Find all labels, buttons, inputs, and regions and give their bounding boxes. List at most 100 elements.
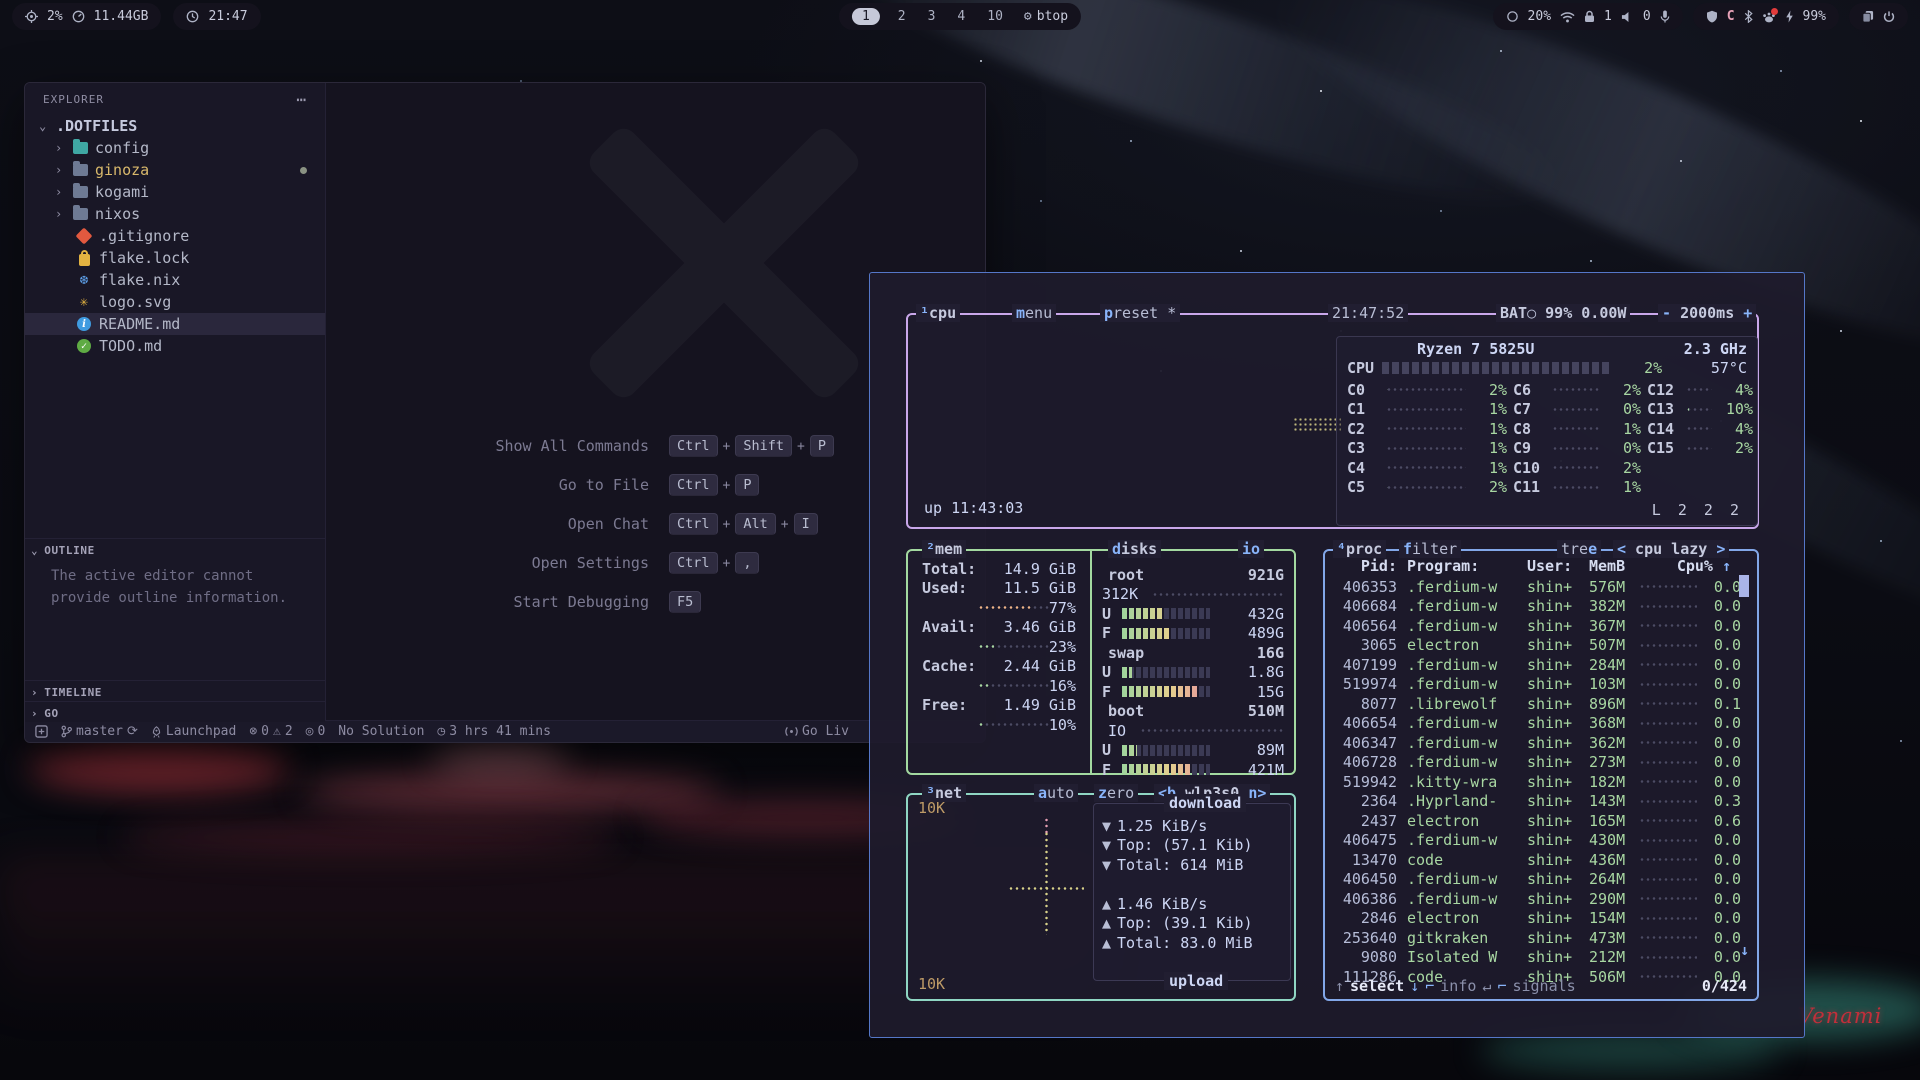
- tree-file-row[interactable]: ✓ TODO.md: [25, 335, 325, 357]
- svg-icon: ✳: [80, 294, 88, 310]
- explorer-more-actions-button[interactable]: ⋯: [296, 90, 307, 109]
- problems-indicator[interactable]: ⊗ 0 ⚠ 2: [249, 724, 292, 739]
- folder-icon: [72, 206, 88, 222]
- tree-file-row[interactable]: ❆ flake.nix: [25, 269, 325, 291]
- proc-tree-toggle[interactable]: tree: [1557, 540, 1601, 558]
- scroll-down-icon[interactable]: ↓: [1740, 941, 1749, 959]
- process-cpu-meter: [1639, 817, 1697, 824]
- session-module[interactable]: [1849, 3, 1908, 30]
- network-box: ³net auto zero <b wlp3s0 n> 10K 10K down…: [906, 793, 1296, 1001]
- workspace-button[interactable]: 4: [953, 9, 969, 24]
- process-row[interactable]: 253640 gitkraken shin+ 473M 0.0: [1333, 928, 1731, 948]
- process-table-header[interactable]: Pid: Program: User: MemB Cpu% ↑: [1333, 557, 1731, 575]
- target-indicator[interactable]: ◎ 0: [306, 724, 326, 739]
- keyboard-shortcut-hints: Show All Commands Ctrl+Shift+P Go to Fil…: [381, 435, 834, 613]
- process-row[interactable]: 2846 electron shin+ 154M 0.0: [1333, 909, 1731, 929]
- process-row[interactable]: 519942 .kitty-wra shin+ 182M 0.0: [1333, 772, 1731, 792]
- solution-indicator[interactable]: No Solution: [338, 724, 424, 739]
- tree-folder-row[interactable]: › config: [25, 137, 325, 159]
- process-row[interactable]: 2364 .Hyprland- shin+ 143M 0.3: [1333, 792, 1731, 812]
- info-button[interactable]: info: [1440, 977, 1476, 995]
- system-stats-module[interactable]: 2% 11.44GB: [12, 3, 161, 30]
- target-icon: ◎: [306, 724, 314, 739]
- keyboard-key: Ctrl: [669, 513, 718, 535]
- menu-button[interactable]: menu: [1012, 304, 1056, 322]
- shortcut-keys: Ctrl+Shift+P: [669, 435, 834, 457]
- tree-folder-row[interactable]: › ginoza: [25, 159, 325, 181]
- warning-icon: ⚠: [273, 724, 281, 739]
- logo-watermark: [566, 113, 866, 413]
- cpu-core-row: C124%: [1647, 380, 1753, 400]
- signals-button[interactable]: signals: [1512, 977, 1575, 995]
- process-row[interactable]: 3065 electron shin+ 507M 0.0: [1333, 636, 1731, 656]
- clock-module[interactable]: 21:47: [173, 3, 260, 30]
- process-row[interactable]: 2437 electron shin+ 165M 0.6: [1333, 811, 1731, 831]
- process-row[interactable]: 8077 .librewolf shin+ 896M 0.1: [1333, 694, 1731, 714]
- key-separator: +: [797, 439, 805, 454]
- tray-module[interactable]: C 99%: [1693, 3, 1839, 30]
- go-live-button[interactable]: Go Liv: [785, 724, 849, 739]
- workspace-button[interactable]: 3: [924, 9, 940, 24]
- process-row[interactable]: 406475 .ferdium-w shin+ 430M 0.0: [1333, 831, 1731, 851]
- git-branch-indicator[interactable]: master ⟳: [61, 724, 138, 739]
- go-header[interactable]: › GO: [25, 702, 325, 724]
- workspace-button[interactable]: 1: [852, 8, 880, 25]
- hardware-module[interactable]: 20% 1 0: [1493, 3, 1683, 30]
- refresh-interval-control[interactable]: - 2000ms +: [1658, 304, 1756, 322]
- mem-box-title[interactable]: ²mem: [922, 540, 966, 558]
- process-row[interactable]: 406450 .ferdium-w shin+ 264M 0.0: [1333, 870, 1731, 890]
- cpu-core-row: C02%: [1347, 380, 1507, 400]
- uptime: up 11:43:03: [924, 499, 1023, 517]
- tree-file-row[interactable]: .gitignore: [25, 225, 325, 247]
- battery-icon: [1785, 10, 1794, 23]
- clock-icon: [186, 10, 199, 23]
- upload-label: upload: [1164, 972, 1228, 990]
- process-scrollbar[interactable]: [1739, 575, 1749, 597]
- process-row[interactable]: 406353 .ferdium-w shin+ 576M 0.0: [1333, 577, 1731, 597]
- launchpad-indicator[interactable]: Launchpad: [151, 724, 236, 739]
- shortcut-keys: F5: [669, 591, 834, 613]
- process-table: 406353 .ferdium-w shin+ 576M 0.0 406684 …: [1333, 577, 1731, 987]
- net-zero-toggle[interactable]: zero: [1094, 784, 1138, 802]
- process-row[interactable]: 406386 .ferdium-w shin+ 290M 0.0: [1333, 889, 1731, 909]
- cpu-core-row: C111%: [1513, 478, 1641, 498]
- info-key-icon: ⌐: [1425, 977, 1434, 995]
- active-window-title[interactable]: ⚙ btop: [1024, 9, 1068, 24]
- process-row[interactable]: 406654 .ferdium-w shin+ 368M 0.0: [1333, 714, 1731, 734]
- outline-header[interactable]: ⌄ OUTLINE: [25, 539, 325, 561]
- process-row[interactable]: 407199 .ferdium-w shin+ 284M 0.0: [1333, 655, 1731, 675]
- tree-file-row[interactable]: ✳ logo.svg: [25, 291, 325, 313]
- process-row[interactable]: 519974 .ferdium-w shin+ 103M 0.0: [1333, 675, 1731, 695]
- proc-filter-button[interactable]: filter: [1399, 540, 1461, 558]
- tree-root-dotfiles[interactable]: ⌄ .DOTFILES: [25, 115, 325, 137]
- cpu-box-title[interactable]: ¹cpu: [916, 304, 960, 322]
- proc-sort-selector[interactable]: < cpu lazy >: [1613, 540, 1729, 558]
- tree-folder-row[interactable]: › nixos: [25, 203, 325, 225]
- process-cpu-meter: [1639, 739, 1697, 746]
- process-row[interactable]: 406684 .ferdium-w shin+ 382M 0.0: [1333, 597, 1731, 617]
- file-icon: ✓: [76, 338, 92, 354]
- remote-indicator[interactable]: [35, 725, 48, 738]
- process-row[interactable]: 13470 code shin+ 436M 0.0: [1333, 850, 1731, 870]
- process-row[interactable]: 406347 .ferdium-w shin+ 362M 0.0: [1333, 733, 1731, 753]
- net-auto-toggle[interactable]: auto: [1034, 784, 1078, 802]
- signals-key-icon: ⌐: [1497, 977, 1506, 995]
- city-lights: [430, 745, 570, 771]
- time-tracker-indicator[interactable]: ◷ 3 hrs 41 mins: [437, 724, 551, 739]
- process-row[interactable]: 9080 Isolated W shin+ 212M 0.0: [1333, 948, 1731, 968]
- process-row[interactable]: 406728 .ferdium-w shin+ 273M 0.0: [1333, 753, 1731, 773]
- key-separator: +: [781, 517, 789, 532]
- preset-button[interactable]: preset *: [1100, 304, 1180, 322]
- tree-file-row[interactable]: i README.md: [25, 313, 325, 335]
- tree-folder-row[interactable]: › kogami: [25, 181, 325, 203]
- explorer-sidebar: EXPLORER ⋯ ⌄ .DOTFILES › config: [25, 83, 326, 720]
- workspace-button[interactable]: 2: [894, 9, 910, 24]
- timeline-header[interactable]: › TIMELINE: [25, 681, 325, 703]
- volume-level: 0: [1643, 9, 1651, 24]
- lock-icon: [79, 254, 90, 266]
- proc-box-title[interactable]: ⁴proc: [1333, 540, 1386, 558]
- process-cpu-meter: [1639, 622, 1697, 629]
- process-row[interactable]: 406564 .ferdium-w shin+ 367M 0.0: [1333, 616, 1731, 636]
- workspace-button[interactable]: 10: [983, 9, 1007, 24]
- tree-file-row[interactable]: flake.lock: [25, 247, 325, 269]
